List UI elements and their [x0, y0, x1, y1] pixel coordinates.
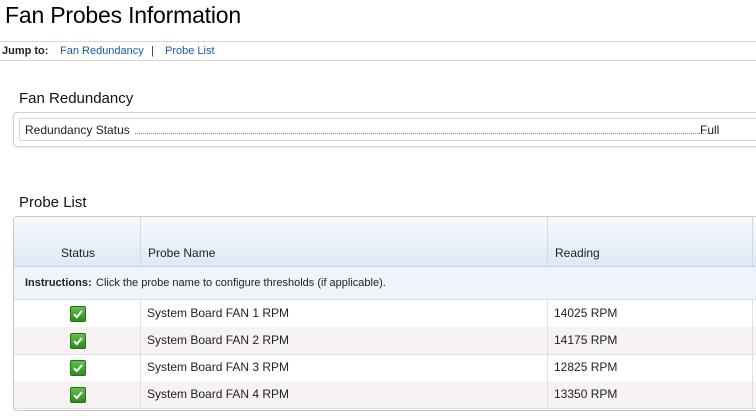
probe-reading: 14175 RPM [554, 333, 618, 347]
check-icon [70, 306, 86, 322]
column-header-reading[interactable]: Reading [547, 217, 752, 266]
jump-bar: Jump to: Fan Redundancy | Probe List [0, 41, 756, 61]
jump-label: Jump to: [2, 45, 49, 57]
probe-name-link[interactable]: System Board FAN 1 RPM [147, 300, 289, 327]
jump-separator: | [151, 45, 154, 57]
table-row: System Board FAN 4 RPM 13350 RPM [14, 381, 756, 409]
redundancy-status-label: Redundancy Status [25, 123, 132, 137]
fan-redundancy-title: Fan Redundancy [19, 90, 134, 107]
check-icon [70, 387, 86, 403]
instructions-text: Click the probe name to configure thresh… [96, 277, 386, 289]
probe-reading: 13350 RPM [554, 387, 618, 401]
probe-reading: 14025 RPM [554, 306, 618, 320]
column-header-probe-name[interactable]: Probe Name [140, 217, 547, 266]
check-icon [70, 333, 86, 349]
table-row: System Board FAN 1 RPM 14025 RPM [14, 300, 756, 328]
table-header: Status Probe Name Reading [14, 217, 756, 267]
probe-list-title: Probe List [19, 194, 87, 211]
jump-link-fan-redundancy[interactable]: Fan Redundancy [60, 42, 144, 60]
probe-reading: 12825 RPM [554, 360, 618, 374]
probe-name-link[interactable]: System Board FAN 2 RPM [147, 327, 289, 354]
redundancy-status-value: Full [700, 123, 720, 137]
page-title: Fan Probes Information [5, 2, 241, 28]
column-header-status[interactable]: Status [14, 217, 140, 266]
leader-dots [135, 133, 712, 134]
fan-redundancy-panel: Redundancy Status Full [13, 112, 756, 147]
instructions-row: Instructions: Click the probe name to co… [14, 267, 756, 300]
jump-link-probe-list[interactable]: Probe List [165, 42, 215, 60]
redundancy-status-row: Redundancy Status Full [19, 118, 756, 141]
probe-name-link[interactable]: System Board FAN 3 RPM [147, 354, 289, 381]
probe-name-link[interactable]: System Board FAN 4 RPM [147, 381, 289, 408]
instructions-label: Instructions: [25, 277, 92, 289]
probe-list-table: Status Probe Name Reading Instructions: … [13, 216, 756, 411]
check-icon [70, 360, 86, 376]
table-row: System Board FAN 3 RPM 12825 RPM [14, 354, 756, 382]
table-row: System Board FAN 2 RPM 14175 RPM [14, 327, 756, 355]
